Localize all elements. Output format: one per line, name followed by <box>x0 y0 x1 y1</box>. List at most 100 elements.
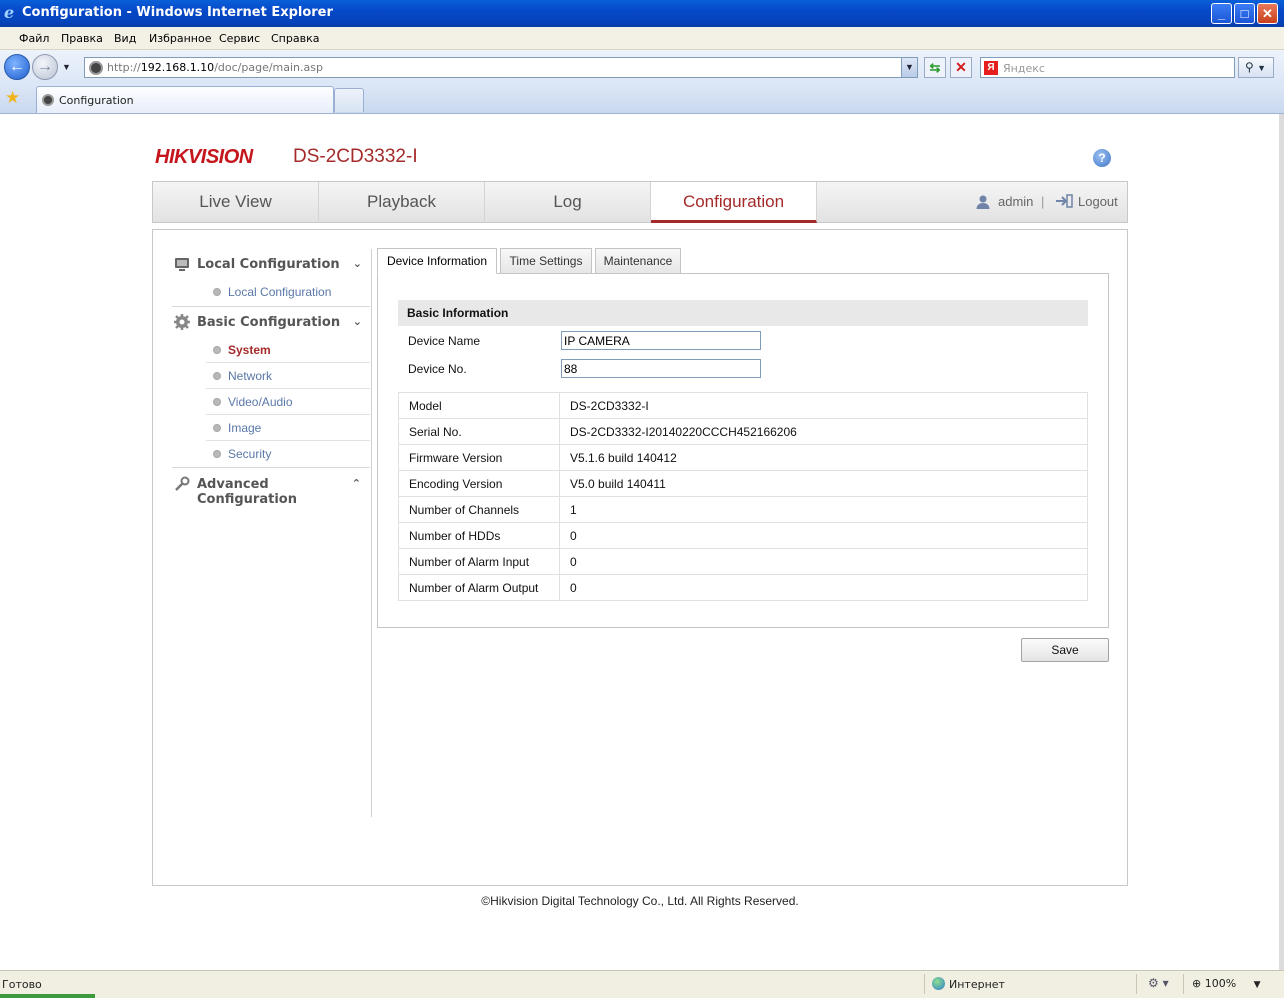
sidebar-item-system[interactable]: System <box>206 337 370 363</box>
sidebar-item-label: System <box>228 343 271 357</box>
menu-help[interactable]: Справка <box>271 32 319 45</box>
basic-information-heading: Basic Information <box>398 300 1088 326</box>
menu-file[interactable]: Файл <box>19 32 49 45</box>
monitor-icon <box>174 256 190 272</box>
logout-icon[interactable] <box>1055 194 1073 211</box>
globe-icon <box>932 977 945 990</box>
tab-maintenance[interactable]: Maintenance <box>595 248 681 274</box>
tab-time-settings[interactable]: Time Settings <box>500 248 592 274</box>
history-dropdown-icon[interactable]: ▼ <box>62 62 71 72</box>
bullet-icon <box>213 372 221 380</box>
favorites-star-icon[interactable]: ★ <box>5 88 20 108</box>
chevron-down-icon: ⌄ <box>352 257 362 270</box>
device-no-input[interactable] <box>561 359 761 378</box>
security-zone: Интернет <box>932 977 1005 991</box>
row-value: V5.0 build 140411 <box>559 470 1088 497</box>
sidebar-item-image[interactable]: Image <box>206 415 370 441</box>
sidebar-item-label: Local Configuration <box>228 285 332 299</box>
bullet-icon <box>213 346 221 354</box>
browser-tab-label: Configuration <box>59 94 134 107</box>
sidebar-section-label: Advanced Configuration <box>197 477 297 507</box>
row-value: 0 <box>559 548 1088 575</box>
divider <box>172 467 370 468</box>
zoom-icon: ⊕ <box>1192 977 1202 990</box>
menu-view[interactable]: Вид <box>114 32 136 45</box>
device-model-title: DS-2CD3332-I <box>293 146 418 167</box>
bullet-icon <box>213 450 221 458</box>
row-label: Model <box>398 392 560 419</box>
sidebar-section-local[interactable]: Local Configuration ⌄ <box>172 251 370 277</box>
table-row: Number of Channels 1 <box>398 496 1088 523</box>
url-dropdown-icon[interactable]: ▼ <box>901 58 917 77</box>
divider <box>172 306 370 307</box>
browser-tab-bar: ★ Configuration <box>0 84 1284 114</box>
refresh-icon[interactable]: ⇆ <box>924 57 946 78</box>
protected-mode-icon[interactable]: ⚙ ▾ <box>1148 976 1169 990</box>
tab-live-view[interactable]: Live View <box>153 182 319 223</box>
taskbar-strip <box>0 994 95 998</box>
search-icon: ⚲ <box>1245 60 1254 74</box>
user-icon <box>975 194 991 213</box>
back-button[interactable]: ← <box>4 54 30 80</box>
yandex-icon: Я <box>984 61 998 75</box>
page-icon <box>89 61 103 75</box>
sidebar-item-video-audio[interactable]: Video/Audio <box>206 389 370 415</box>
stop-icon[interactable]: ✕ <box>950 57 972 78</box>
menu-edit[interactable]: Правка <box>61 32 103 45</box>
search-placeholder: Яндекс <box>1003 62 1045 75</box>
minimize-button[interactable]: _ <box>1211 3 1232 24</box>
search-button[interactable]: ⚲ ▼ <box>1238 57 1274 78</box>
browser-tab-configuration[interactable]: Configuration <box>36 86 334 113</box>
sidebar-item-label: Video/Audio <box>228 395 293 409</box>
table-row: Number of Alarm Input 0 <box>398 548 1088 575</box>
sidebar-item-label: Security <box>228 447 272 461</box>
close-button[interactable]: ✕ <box>1257 3 1278 24</box>
row-label: Number of Alarm Output <box>398 574 560 601</box>
row-label: Encoding Version <box>398 470 560 497</box>
url-field[interactable]: http://192.168.1.10/doc/page/main.asp ▼ <box>84 57 918 78</box>
tab-log[interactable]: Log <box>485 182 651 223</box>
table-row: Number of Alarm Output 0 <box>398 574 1088 601</box>
zoom-level[interactable]: ⊕ 100% ▼ <box>1192 977 1261 990</box>
bullet-icon <box>213 398 221 406</box>
save-button[interactable]: Save <box>1021 638 1109 662</box>
window-edge <box>1279 114 1284 970</box>
table-row: Firmware Version V5.1.6 build 140412 <box>398 444 1088 471</box>
maximize-button[interactable]: □ <box>1234 3 1255 24</box>
sidebar-section-label: Basic Configuration <box>197 315 341 330</box>
row-value: DS-2CD3332-I <box>559 392 1088 419</box>
new-tab-button[interactable] <box>334 88 364 112</box>
device-info-table: Model DS-2CD3332-I Serial No. DS-2CD3332-I… <box>398 392 1088 601</box>
tab-configuration[interactable]: Configuration <box>651 182 817 223</box>
device-name-input[interactable] <box>561 331 761 350</box>
sidebar-section-label: Local Configuration <box>197 257 340 272</box>
menu-favorites[interactable]: Избранное <box>149 32 211 45</box>
row-label: Number of Alarm Input <box>398 548 560 575</box>
row-label: Number of HDDs <box>398 522 560 549</box>
window-title: Configuration - Windows Internet Explore… <box>22 5 333 20</box>
divider <box>924 974 925 994</box>
sidebar-section-advanced[interactable]: Advanced Configuration ⌃ <box>172 471 370 507</box>
table-row: Encoding Version V5.0 build 140411 <box>398 470 1088 497</box>
sidebar-section-basic[interactable]: Basic Configuration ⌄ <box>172 309 370 335</box>
row-label: Serial No. <box>398 418 560 445</box>
forward-button[interactable]: → <box>32 54 58 80</box>
row-value: 0 <box>559 574 1088 601</box>
sidebar-item-network[interactable]: Network <box>206 363 370 389</box>
username: admin <box>998 194 1034 209</box>
sidebar-item-local-configuration[interactable]: Local Configuration <box>206 279 370 305</box>
tab-page-icon <box>42 94 54 106</box>
url-text: http://192.168.1.10/doc/page/main.asp <box>107 61 323 74</box>
chevron-up-icon: ⌃ <box>351 477 361 490</box>
search-input[interactable]: Я Яндекс <box>980 57 1235 78</box>
sidebar-item-security[interactable]: Security <box>206 441 370 467</box>
tab-playback[interactable]: Playback <box>319 182 485 223</box>
help-icon[interactable]: ? <box>1093 149 1111 167</box>
table-row: Model DS-2CD3332-I <box>398 392 1088 419</box>
logout-link[interactable]: Logout <box>1078 194 1118 209</box>
divider <box>1136 974 1137 994</box>
row-value: 0 <box>559 522 1088 549</box>
menu-tools[interactable]: Сервис <box>219 32 260 45</box>
divider <box>1183 974 1184 994</box>
tab-device-information[interactable]: Device Information <box>377 248 497 274</box>
